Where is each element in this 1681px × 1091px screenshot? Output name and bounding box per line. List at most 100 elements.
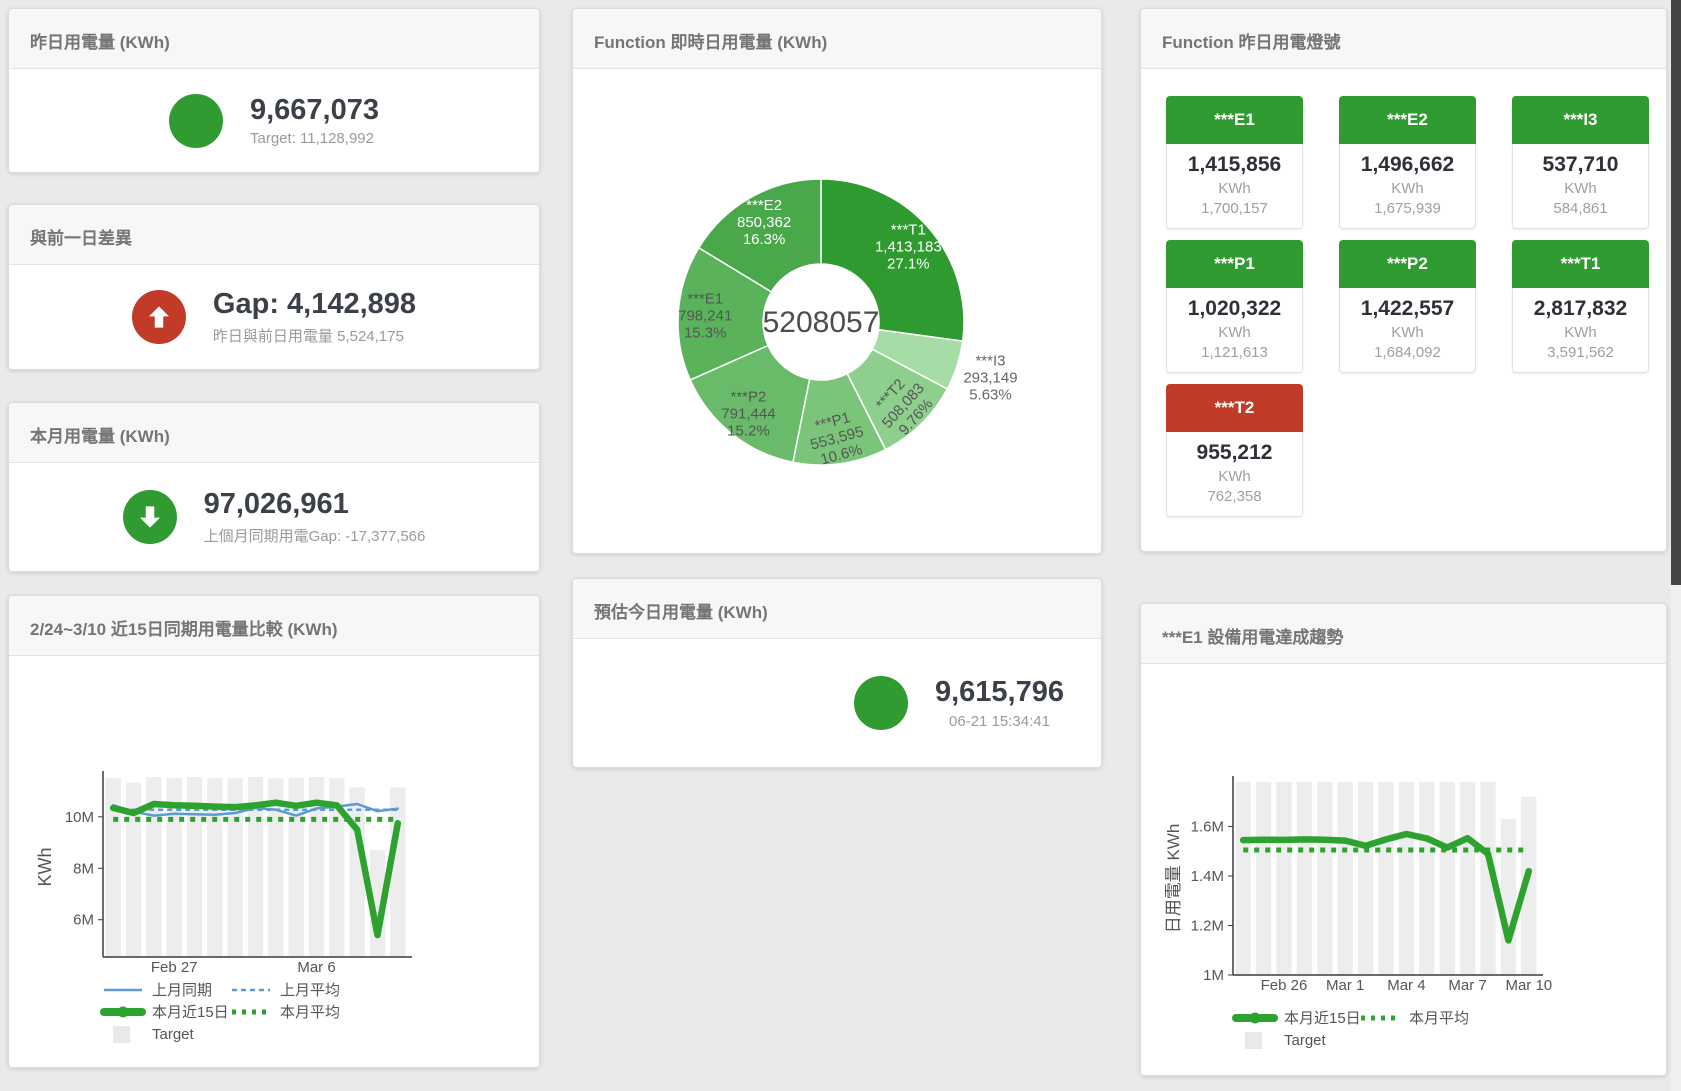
tile-unit: KWh xyxy=(1513,324,1648,341)
tile-target-value: 584,861 xyxy=(1513,200,1648,217)
y-tick-label: 1.2M xyxy=(1191,918,1224,935)
legend-item-本月平均[interactable]: 本月平均 xyxy=(1361,1010,1469,1027)
y-axis-title: 日用電量 KWh xyxy=(1164,824,1183,934)
x-tick-label: Feb 26 xyxy=(1261,977,1308,994)
status-tile-t2[interactable]: ***T2 955,212 KWh 762,358 xyxy=(1166,384,1303,517)
tile-value: 537,710 xyxy=(1513,153,1648,177)
status-tile-grid: ***E11,415,856KWh1,700,157***E21,496,662… xyxy=(1141,69,1666,517)
tile-header: ***E1 xyxy=(1166,96,1303,144)
y-tick-label: 1.6M xyxy=(1191,819,1224,836)
tile-value: 1,020,322 xyxy=(1167,297,1302,321)
y-axis-title: KWh xyxy=(35,847,55,886)
compare-line-chart[interactable]: 6M 8M 10M Feb 27 Mar 6 KWh 上月同期 上月平均本月近15日本月平均 T… xyxy=(9,656,539,1068)
stat-subtitle: 上個月同期用電Gap: -17,377,566 xyxy=(204,525,426,546)
tile-target-value: 1,121,613 xyxy=(1167,344,1302,361)
tile-header: ***T2 xyxy=(1166,384,1303,432)
panel-header: 與前一日差異 xyxy=(9,205,539,265)
panel-title: 2/24~3/10 近15日同期用電量比較 (KWh) xyxy=(30,620,338,639)
status-circle-icon xyxy=(854,676,908,730)
stat-body: 97,026,961 上個月同期用電Gap: -17,377,566 xyxy=(9,463,539,571)
status-tile-p1[interactable]: ***P11,020,322KWh1,121,613 xyxy=(1166,240,1303,373)
legend-item-本月近15日[interactable]: 本月近15日 xyxy=(104,1004,229,1021)
panel-title: 昨日用電量 (KWh) xyxy=(30,33,170,52)
chart-body: 6M 8M 10M Feb 27 Mar 6 KWh 上月同期 上月平均本月近15日本月平均 T… xyxy=(9,656,539,1067)
tile-target-value: 1,684,092 xyxy=(1340,344,1475,361)
panel-header: 預估今日用電量 (KWh) xyxy=(573,579,1101,639)
tile-value: 955,212 xyxy=(1167,441,1302,465)
tile-target-value: 3,591,562 xyxy=(1513,344,1648,361)
tile-value: 1,422,557 xyxy=(1340,297,1475,321)
stat-group: 9,615,796 06-21 15:34:41 xyxy=(854,676,1064,730)
svg-text:Target: Target xyxy=(152,1026,195,1043)
tile-unit: KWh xyxy=(1340,180,1475,197)
y-tick-label: 6M xyxy=(73,912,94,929)
panel-yesterday-usage: 昨日用電量 (KWh) 9,667,073 Target: 11,128,992 xyxy=(8,8,540,173)
panel-header: 昨日用電量 (KWh) xyxy=(9,9,539,69)
stat-value: 9,615,796 xyxy=(935,676,1064,709)
status-tile-p2[interactable]: ***P21,422,557KWh1,684,092 xyxy=(1339,240,1476,373)
x-tick-label: Mar 1 xyxy=(1326,977,1364,994)
status-tile-t1[interactable]: ***T12,817,832KWh3,591,562 xyxy=(1512,240,1649,373)
x-tick-label: Feb 27 xyxy=(151,959,198,976)
panel-title: 與前一日差異 xyxy=(30,229,132,248)
panel-e1-trend-chart: ***E1 設備用電達成趨勢 1M1.2M1.4M1.6MFeb 26Mar 1… xyxy=(1140,603,1667,1076)
panel-title: Function 即時日用電量 (KWh) xyxy=(594,33,827,52)
x-tick-label: Mar 10 xyxy=(1505,977,1552,994)
tile-body: 537,710 KWh 584,861 xyxy=(1512,144,1649,229)
page-scrollbar-track[interactable] xyxy=(1671,0,1681,1091)
chart-body: 1M1.2M1.4M1.6MFeb 26Mar 1Mar 4Mar 7Mar 1… xyxy=(1141,664,1666,1075)
tile-target-value: 762,358 xyxy=(1167,488,1302,505)
pie-slice-label: ***I3293,1495.63% xyxy=(963,352,1017,403)
tile-body: 1,496,662 KWh 1,675,939 xyxy=(1339,144,1476,229)
page-scrollbar-thumb[interactable] xyxy=(1671,0,1681,585)
y-tick-label: 1.4M xyxy=(1191,868,1224,885)
tile-value: 1,415,856 xyxy=(1167,153,1302,177)
svg-text:Target: Target xyxy=(1284,1032,1327,1049)
legend-item-Target[interactable]: Target xyxy=(1245,1032,1327,1049)
tile-unit: KWh xyxy=(1513,180,1648,197)
stat-body: 9,667,073 Target: 11,128,992 xyxy=(9,69,539,172)
e1-trend-line-chart[interactable]: 1M1.2M1.4M1.6MFeb 26Mar 1Mar 4Mar 7Mar 1… xyxy=(1141,664,1666,1076)
y-tick-label: 8M xyxy=(73,860,94,877)
svg-text:本月平均: 本月平均 xyxy=(1409,1010,1469,1027)
arrow-down-circle-icon xyxy=(123,490,177,544)
legend-item-本月平均[interactable]: 本月平均 xyxy=(232,1004,340,1021)
x-tick-label: Mar 6 xyxy=(297,959,335,976)
donut-chart[interactable]: ***T11,413,18327.1%***I3293,1495.63%***T… xyxy=(573,69,1101,553)
panel-header: Function 昨日用電燈號 xyxy=(1141,9,1666,69)
x-tick-label: Mar 7 xyxy=(1448,977,1486,994)
panel-diff-prev-day: 與前一日差異 Gap: 4,142,898 昨日與前日用電量 5,524,175 xyxy=(8,204,540,370)
tile-body: 1,415,856 KWh 1,700,157 xyxy=(1166,144,1303,229)
stat-value: Gap: 4,142,898 xyxy=(213,288,416,321)
status-circle-icon xyxy=(169,94,223,148)
tile-value: 2,817,832 xyxy=(1513,297,1648,321)
tile-value: 1,496,662 xyxy=(1340,153,1475,177)
status-tile-i3[interactable]: ***I3 537,710 KWh 584,861 xyxy=(1512,96,1649,229)
svg-text:上月平均: 上月平均 xyxy=(280,982,340,999)
status-tile-e1[interactable]: ***E1 1,415,856 KWh 1,700,157 xyxy=(1166,96,1303,229)
svg-text:本月近15日: 本月近15日 xyxy=(1284,1010,1361,1027)
tile-unit: KWh xyxy=(1167,468,1302,485)
legend-item-本月近15日[interactable]: 本月近15日 xyxy=(1236,1010,1361,1027)
stat-timestamp: 06-21 15:34:41 xyxy=(935,713,1064,730)
legend-item-Target[interactable]: Target xyxy=(113,1026,195,1043)
tile-header: ***I3 xyxy=(1512,96,1649,144)
svg-text:上月同期: 上月同期 xyxy=(152,982,212,999)
legend-item-上月平均[interactable]: 上月平均 xyxy=(232,982,340,999)
panel-title: 預估今日用電量 (KWh) xyxy=(594,603,768,622)
y-tick-label: 10M xyxy=(65,809,94,826)
tile-header: ***P1 xyxy=(1166,240,1303,288)
stat-value: 9,667,073 xyxy=(250,94,379,127)
legend-item-上月同期[interactable]: 上月同期 xyxy=(104,982,212,999)
status-tile-e2[interactable]: ***E21,496,662KWh1,675,939 xyxy=(1339,96,1476,229)
tile-target-value: 1,675,939 xyxy=(1340,200,1475,217)
panel-title: 本月用電量 (KWh) xyxy=(30,427,170,446)
panel-month-usage: 本月用電量 (KWh) 97,026,961 上個月同期用電Gap: -17,3… xyxy=(8,402,540,572)
pie-center-total: 5208057 xyxy=(763,306,880,339)
stat-subtitle: Target: 11,128,992 xyxy=(250,130,379,147)
panel-realtime-usage-pie: Function 即時日用電量 (KWh) ***T11,413,18327.1… xyxy=(572,8,1102,554)
tile-unit: KWh xyxy=(1167,180,1302,197)
panel-title: Function 昨日用電燈號 xyxy=(1162,33,1340,52)
tile-unit: KWh xyxy=(1340,324,1475,341)
tile-target-value: 1,700,157 xyxy=(1167,200,1302,217)
